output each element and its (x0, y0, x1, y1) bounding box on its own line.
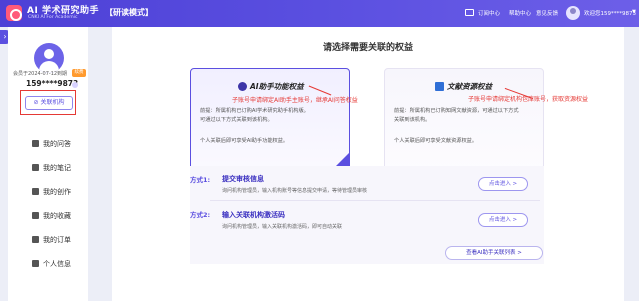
card-text: 可通过以下方式关联到该机构。 (200, 117, 273, 123)
nav-item-notes[interactable]: 我的笔记 (8, 161, 88, 175)
ai-assistant-icon (238, 82, 247, 91)
nav-label: 我的创作 (43, 188, 71, 196)
help-center-link[interactable]: 帮助中心 (509, 9, 531, 17)
nav-item-favorites[interactable]: 我的收藏 (8, 209, 88, 223)
member-expiry-text: 会员于2024-07-12到期 (13, 71, 68, 77)
user-avatar-icon[interactable] (566, 6, 580, 20)
nav-label: 我的问答 (43, 140, 71, 148)
card-text: 个人关联后即可享受文献资源权益。 (394, 138, 478, 144)
method-1-enter-button[interactable]: 点击进入 > (478, 177, 528, 191)
card-title: 文献资源权益 (447, 82, 492, 91)
method-1-desc: 询问机构管理员，输入机构账号等信息提交申请，等待管理员审核 (222, 188, 368, 194)
user-greeting[interactable]: 欢迎您159****9873 (584, 9, 636, 17)
method-1-tag: 方式1: (190, 176, 211, 184)
nav-label: 我的笔记 (43, 164, 71, 172)
method-2-enter-button[interactable]: 点击进入 > (478, 213, 528, 227)
bind-institution-label: 关联机构 (40, 99, 65, 106)
card-text: 关联到该机构。 (394, 117, 431, 123)
view-association-list-button[interactable]: 查看AI助手关联列表 > (445, 246, 543, 260)
card-title: AI助手功能权益 (250, 82, 304, 91)
app-logo-icon[interactable] (6, 5, 22, 21)
method-2-tag: 方式2: (190, 211, 211, 219)
method-2-desc: 询问机构管理员，输入关联机构激活码，即可自动关联 (222, 224, 343, 230)
nav-item-qa[interactable]: 我的问答 (8, 137, 88, 151)
chat-icon (32, 140, 39, 147)
annotation-right: 子账号申请绑定机构包库账号，获取资源权益 (468, 96, 589, 103)
nav-label: 我的订单 (43, 236, 71, 244)
subscribe-icon[interactable] (465, 9, 474, 16)
chevron-down-icon[interactable]: ▼ (632, 9, 636, 15)
books-icon (435, 82, 444, 91)
divider (210, 200, 540, 201)
order-icon (32, 236, 39, 243)
mode-label: 【研读模式】 (105, 8, 153, 17)
renew-button[interactable]: 续费 (72, 69, 86, 77)
annotation-left: 子账号申请绑定AI助手主账号，继承AI问答权益 (232, 97, 358, 104)
nav-label: 个人信息 (43, 260, 71, 268)
sidebar: 会员于2024-07-12到期 续费 159****9873 ⊘ 关联机构 我的… (8, 27, 88, 301)
card-text: 前提：所属机构已订购AI学术研究助手机构版。 (200, 108, 309, 114)
method-1-title: 提交审核信息 (222, 175, 264, 183)
bind-institution-button[interactable]: ⊘ 关联机构 (25, 96, 73, 110)
feedback-link[interactable]: 意见反馈 (536, 9, 558, 17)
card-text: 个人关联后即可享受AI助手功能权益。 (200, 138, 289, 144)
edit-icon (32, 188, 39, 195)
user-icon (32, 260, 39, 267)
star-icon (32, 212, 39, 219)
card-text: 前提：所属机构已订购知网文献资源，可通过以下方式 (394, 108, 519, 114)
note-icon (32, 164, 39, 171)
avatar (34, 43, 64, 73)
nav-label: 我的收藏 (43, 212, 71, 220)
page-title: 请选择需要关联的权益 (322, 43, 413, 53)
user-phone: 159****9873 (26, 79, 79, 88)
nav-item-orders[interactable]: 我的订单 (8, 233, 88, 247)
nav-item-profile[interactable]: 个人信息 (8, 257, 88, 271)
main-content: 请选择需要关联的权益 AI助手功能权益 前提：所属机构已订购AI学术研究助手机构… (112, 27, 624, 301)
vip-icon (72, 82, 78, 88)
top-header: AI 学术研究助手 CNKI AI For Academic 【研读模式】 订阅… (0, 0, 639, 27)
method-2-title: 输入关联机构激活码 (222, 211, 285, 219)
app-subtitle: CNKI AI For Academic (28, 15, 78, 20)
literature-rights-card[interactable]: 文献资源权益 前提：所属机构已订购知网文献资源，可通过以下方式 关联到该机构。 … (384, 68, 544, 176)
subscribe-center-link[interactable]: 订阅中心 (478, 9, 500, 17)
nav-item-creations[interactable]: 我的创作 (8, 185, 88, 199)
ai-assistant-rights-card[interactable]: AI助手功能权益 前提：所属机构已订购AI学术研究助手机构版。 可通过以下方式关… (190, 68, 350, 176)
